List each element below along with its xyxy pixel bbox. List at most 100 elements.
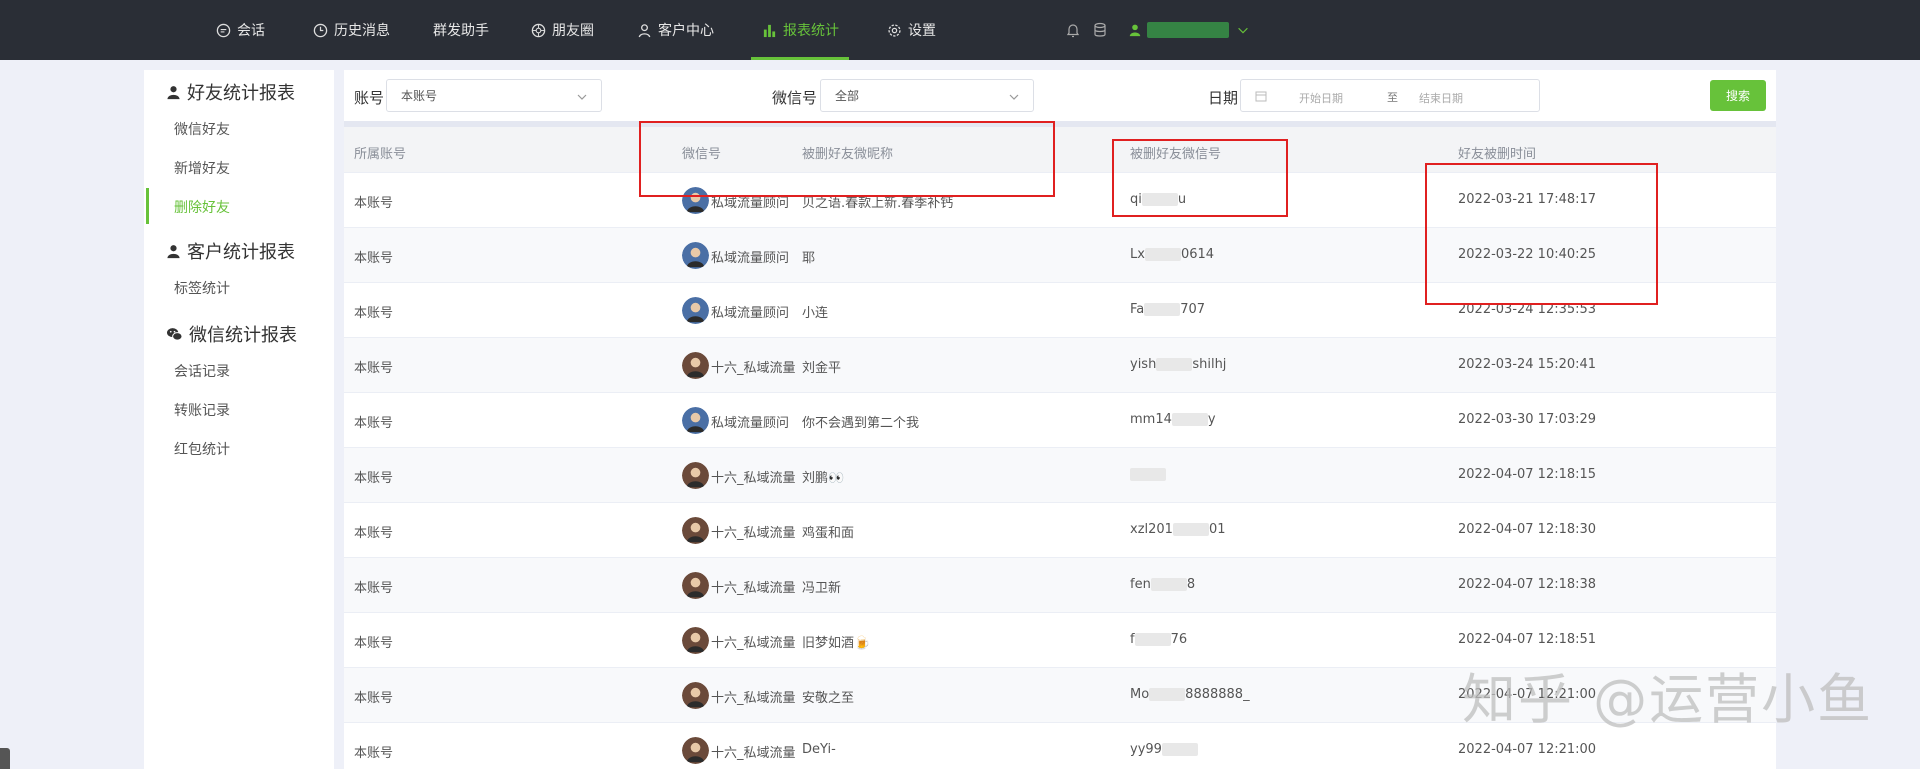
avatar — [682, 627, 709, 654]
masked-text — [1171, 413, 1208, 426]
cell-account: 本账号 — [354, 746, 394, 761]
cell-nickname: 鸡蛋和面 — [802, 526, 855, 541]
masked-text — [1161, 743, 1198, 756]
masked-text — [1144, 303, 1181, 316]
sidebar-item-deleted-friends[interactable]: 删除好友 — [174, 197, 230, 217]
sidebar-group-customer-report[interactable]: 客户统计报表 — [166, 238, 295, 264]
cell-account: 本账号 — [354, 196, 394, 211]
nav-item-customer-center[interactable]: 客户中心 — [636, 0, 714, 60]
nav-item-history[interactable]: 历史消息 — [312, 0, 390, 60]
cell-nickname: 安敬之至 — [802, 691, 855, 706]
table-row[interactable]: 本账号 私域流量顾问 你不会遇到第二个我 mm14 y 2022-03-30 17:03:… — [344, 393, 1776, 448]
cell-nickname: 你不会遇到第二个我 — [802, 416, 920, 431]
account-filter-label: 账号 — [354, 89, 385, 107]
date-filter-label: 日期 — [1208, 89, 1239, 107]
cell-deleted-time: 2022-03-30 17:03:29 — [1458, 412, 1597, 427]
user-status-icon — [1128, 22, 1144, 38]
friend-id-start: fen — [1130, 577, 1151, 592]
cell-friend-id: f 76 — [1130, 632, 1187, 647]
cell-deleted-time: 2022-04-07 12:18:38 — [1458, 577, 1597, 592]
cell-friend-id: xzl201 01 — [1130, 522, 1226, 537]
nav-item-moments[interactable]: 朋友圈 — [530, 0, 594, 60]
cell-nickname: 旧梦如酒🍺 — [802, 636, 871, 651]
cell-account: 本账号 — [354, 251, 394, 266]
friend-id-start: yy99 — [1130, 742, 1162, 757]
user-icon — [636, 22, 652, 38]
masked-text — [1134, 633, 1171, 646]
gear-icon — [886, 22, 902, 38]
friend-id-end: 01 — [1208, 522, 1226, 537]
sidebar-item-tag-stats[interactable]: 标签统计 — [174, 278, 230, 298]
cell-deleted-time: 2022-04-07 12:21:00 — [1458, 742, 1597, 757]
nav-label: 会话 — [237, 23, 265, 39]
chevron-down-icon — [1009, 94, 1019, 100]
nav-item-reports[interactable]: 报表统计 — [751, 0, 849, 60]
corner-tab — [0, 748, 10, 769]
chat-icon — [215, 22, 231, 38]
clock-icon — [312, 22, 328, 38]
friend-id-start: Lx — [1130, 247, 1145, 262]
friend-id-end: shilhj — [1192, 357, 1227, 372]
cell-friend-id: yy99 — [1130, 742, 1198, 757]
cell-deleted-time: 2022-04-07 12:18:15 — [1458, 467, 1597, 482]
column-header-account: 所属账号 — [354, 147, 407, 162]
cell-wechat: 十六_私域流量 — [711, 361, 795, 376]
avatar — [682, 517, 709, 544]
avatar — [682, 407, 709, 434]
table-row[interactable]: 本账号 十六_私域流量 鸡蛋和面 xzl201 01 2022-04-07 12:18:3… — [344, 503, 1776, 558]
sidebar-group-title: 好友统计报表 — [187, 83, 295, 104]
sidebar-item-chat-records[interactable]: 会话记录 — [174, 361, 230, 381]
avatar — [682, 242, 709, 269]
nav-label: 设置 — [908, 23, 936, 39]
sidebar-item-redpacket-stats[interactable]: 红包统计 — [174, 439, 230, 459]
sidebar-group-friend-report[interactable]: 好友统计报表 — [166, 79, 295, 105]
friend-id-start: yish — [1130, 357, 1157, 372]
calendar-icon — [1255, 91, 1267, 102]
sidebar-group-wechat-report[interactable]: 微信统计报表 — [166, 321, 297, 347]
avatar — [682, 737, 709, 764]
annotation-box-nickname — [639, 121, 1055, 197]
sidebar-item-transfer-records[interactable]: 转账记录 — [174, 400, 230, 420]
cell-friend-id: Fa 707 — [1130, 302, 1205, 317]
chevron-down-icon — [577, 94, 587, 100]
start-date-input[interactable]: 开始日期 — [1299, 90, 1343, 106]
cell-wechat: 十六_私域流量 — [711, 526, 795, 541]
user-name-masked[interactable] — [1147, 22, 1229, 38]
sidebar-item-new-friends[interactable]: 新增好友 — [174, 158, 230, 178]
table-row[interactable]: 本账号 十六_私域流量 冯卫新 fen 8 2022-04-07 12:18:38 — [344, 558, 1776, 613]
user-icon — [167, 85, 180, 99]
search-button[interactable]: 搜索 — [1710, 80, 1766, 111]
sidebar-item-wechat-friends[interactable]: 微信好友 — [174, 119, 230, 139]
friend-id-end: 0614 — [1180, 247, 1215, 262]
friend-id-end: 8 — [1186, 577, 1196, 592]
friend-id-start: Mo — [1130, 687, 1150, 702]
end-date-input[interactable]: 结束日期 — [1419, 90, 1463, 106]
date-range-picker[interactable]: 开始日期 至 结束日期 — [1240, 79, 1540, 112]
aperture-icon — [530, 22, 546, 38]
cell-friend-id: fen 8 — [1130, 577, 1195, 592]
masked-text — [1149, 688, 1186, 701]
cell-wechat: 私域流量顾问 — [711, 251, 790, 266]
avatar — [682, 297, 709, 324]
cell-wechat: 私域流量顾问 — [711, 416, 790, 431]
cell-wechat: 私域流量顾问 — [711, 306, 790, 321]
nav-item-chat[interactable]: 会话 — [215, 0, 265, 60]
database-icon[interactable] — [1092, 22, 1108, 38]
cell-account: 本账号 — [354, 526, 394, 541]
nav-item-settings[interactable]: 设置 — [886, 0, 936, 60]
wechat-select[interactable]: 全部 — [820, 79, 1034, 112]
top-nav-bar: 会话 历史消息 群发助手 朋友圈 客户中心 报表统计 设置 — [0, 0, 1920, 60]
cell-account: 本账号 — [354, 691, 394, 706]
cell-wechat: 十六_私域流量 — [711, 471, 795, 486]
masked-text — [1156, 358, 1193, 371]
bell-icon[interactable] — [1065, 22, 1081, 38]
friend-id-end: 8888888_ — [1185, 687, 1250, 702]
chevron-down-icon[interactable] — [1236, 22, 1252, 38]
nav-label: 朋友圈 — [552, 23, 594, 39]
nav-item-mass-send[interactable]: 群发助手 — [433, 0, 489, 60]
account-select[interactable]: 本账号 — [386, 79, 602, 112]
table-row[interactable]: 本账号 十六_私域流量 刘金平 yish shilhj 2022-03-24 15:20:… — [344, 338, 1776, 393]
cell-friend-id — [1130, 467, 1166, 482]
table-row[interactable]: 本账号 十六_私域流量 刘鹏👀 2022-04-07 12:18:15 — [344, 448, 1776, 503]
bar-chart-icon — [761, 22, 777, 38]
